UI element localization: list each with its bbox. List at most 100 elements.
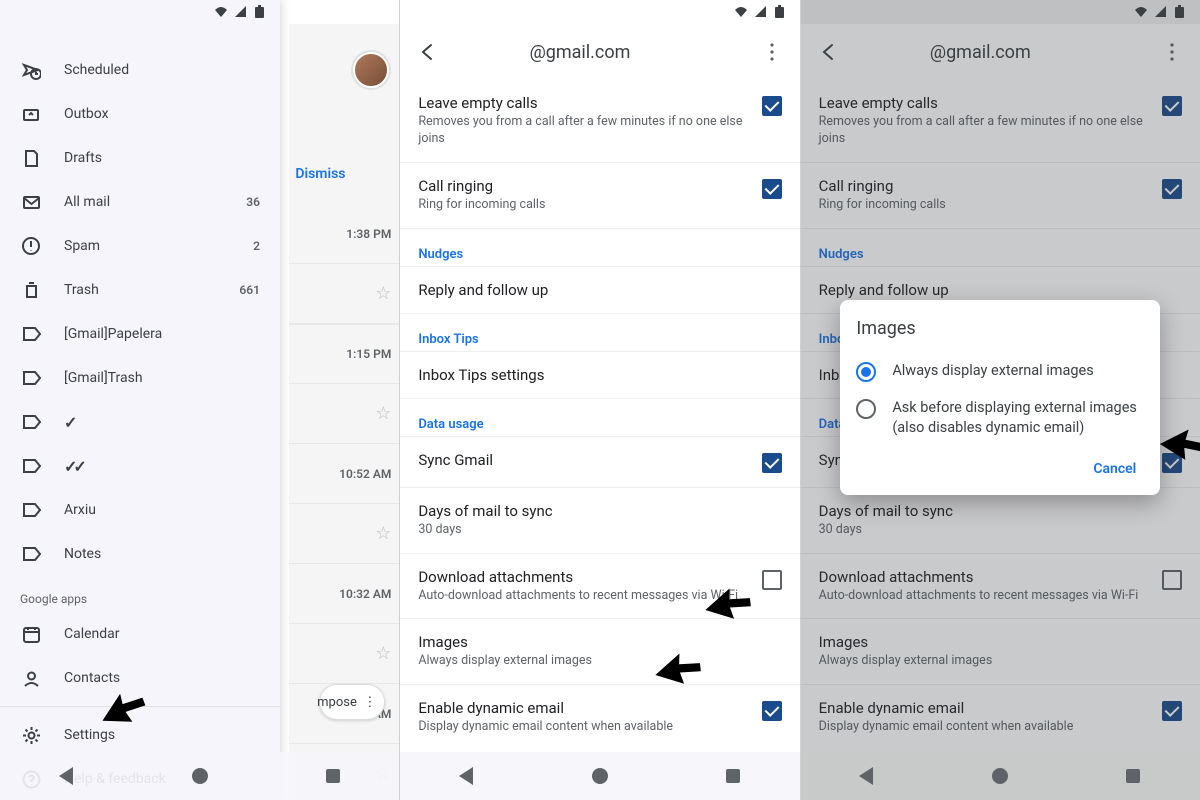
label-icon [20, 367, 42, 389]
nav-home-icon[interactable] [988, 764, 1012, 788]
checkbox[interactable] [762, 96, 782, 116]
calendar-icon [20, 623, 42, 645]
settings-row[interactable]: Reply and follow up [400, 266, 799, 313]
drawer-item-label: Calendar [64, 626, 260, 642]
row-subtitle: 30 days [418, 522, 781, 539]
drawer-item-label: All mail [64, 194, 224, 210]
label-icon [20, 411, 42, 433]
checkbox[interactable] [762, 570, 782, 590]
avatar[interactable] [353, 52, 389, 88]
nav-back-icon[interactable] [455, 764, 479, 788]
drawer-item-label: Trash [64, 282, 217, 298]
star-icon[interactable]: ☆ [375, 283, 391, 304]
wifi-icon [734, 5, 748, 19]
count-badge: 36 [246, 195, 260, 209]
drawer-item-outbox[interactable]: Outbox [0, 92, 280, 136]
radio-icon[interactable] [856, 399, 876, 419]
row-title: Inbox Tips settings [418, 366, 781, 384]
settings-row[interactable]: ImagesAlways display external images [400, 618, 799, 684]
nav-recent-icon[interactable] [721, 764, 745, 788]
row-subtitle: Display dynamic email content when avail… [418, 719, 749, 736]
nav-home-icon[interactable] [588, 764, 612, 788]
drawer-item-label: Settings [64, 727, 260, 743]
checkbox[interactable] [762, 701, 782, 721]
battery-icon [254, 5, 268, 19]
drawer-item--gmail-papelera[interactable]: [Gmail]Papelera [0, 312, 280, 356]
settings-row[interactable]: Inbox Tips settings [400, 351, 799, 398]
nav-recent-icon[interactable] [321, 764, 345, 788]
signal-icon [234, 5, 248, 19]
row-title: Sync Gmail [418, 451, 749, 469]
section-header: Nudges [400, 228, 799, 266]
drawer-item-settings[interactable]: Settings [0, 713, 280, 757]
nav-back-icon[interactable] [855, 764, 879, 788]
mail-list-peek: Dismiss 1:38 PM ☆ 1:15 PM ☆ 10:52 AM ☆ 1… [289, 24, 399, 800]
navigation-drawer: Scheduled Outbox Drafts All mail 36 Spam 2 Tras… [0, 0, 280, 800]
settings-row[interactable]: Call ringingRing for incoming calls [400, 162, 799, 228]
drawer-section-header: Google apps [0, 576, 280, 612]
nav-home-icon[interactable] [188, 764, 212, 788]
app-bar: @gmail.com [400, 24, 799, 80]
wifi-icon [214, 5, 228, 19]
drawer-item-label: Spam [64, 238, 231, 254]
battery-icon [774, 5, 788, 19]
drawer-item-calendar[interactable]: Calendar [0, 612, 280, 656]
drawer-item-label: Contacts [64, 670, 260, 686]
status-bar [0, 0, 280, 24]
drawer-item-label: [Gmail]Papelera [64, 326, 260, 342]
drawer-item-spam[interactable]: Spam 2 [0, 224, 280, 268]
drawer-item-label: Drafts [64, 150, 260, 166]
nav-recent-icon[interactable] [1121, 764, 1145, 788]
drawer-item-all-mail[interactable]: All mail 36 [0, 180, 280, 224]
section-header: Inbox Tips [400, 313, 799, 351]
settings-row[interactable]: Enable dynamic emailDisplay dynamic emai… [400, 684, 799, 750]
drawer-item-arxiu[interactable]: Arxiu [0, 488, 280, 532]
drawer-item--gmail-trash[interactable]: [Gmail]Trash [0, 356, 280, 400]
nav-back-icon[interactable] [55, 764, 79, 788]
spam-icon [20, 235, 42, 257]
drawer-item-label: Outbox [64, 106, 260, 122]
panel-drawer: Dismiss 1:38 PM ☆ 1:15 PM ☆ 10:52 AM ☆ 1… [0, 0, 400, 800]
row-subtitle: Always display external images [418, 653, 781, 670]
star-icon[interactable]: ☆ [375, 643, 391, 664]
radio-icon[interactable] [856, 362, 876, 382]
android-navbar [801, 752, 1200, 800]
settings-row[interactable]: Download attachmentsAuto-download attach… [400, 553, 799, 619]
cancel-button[interactable]: Cancel [1085, 453, 1144, 485]
checkbox[interactable] [762, 179, 782, 199]
drawer-item-label: Arxiu [64, 502, 260, 518]
settings-row[interactable]: Days of mail to sync30 days [400, 487, 799, 553]
settings-row[interactable]: Leave empty callsRemoves you from a call… [400, 80, 799, 162]
contacts-icon [20, 667, 42, 689]
label-icon [20, 323, 42, 345]
row-subtitle: Removes you from a call after a few minu… [418, 114, 749, 148]
dismiss-button[interactable]: Dismiss [295, 166, 399, 182]
settings-row[interactable]: Sync Gmail [400, 436, 799, 487]
drawer-item-contacts[interactable]: Contacts [0, 656, 280, 700]
drawer-item-trash[interactable]: Trash661 [0, 268, 280, 312]
drawer-item-notes[interactable]: Notes [0, 532, 280, 576]
status-bar [400, 0, 799, 24]
star-icon[interactable]: ☆ [375, 403, 391, 424]
star-icon[interactable]: ☆ [375, 523, 391, 544]
checkbox[interactable] [762, 453, 782, 473]
compose-button[interactable]: mpose ⋮ [319, 684, 385, 720]
drawer-item-scheduled[interactable]: Scheduled [0, 48, 280, 92]
count-badge: 2 [253, 239, 260, 253]
label-icon [20, 499, 42, 521]
signal-icon [754, 5, 768, 19]
drawer-item-drafts[interactable]: Drafts [0, 136, 280, 180]
drafts-icon [20, 147, 42, 169]
appbar-title: @gmail.com [416, 42, 743, 63]
drawer-item-label: [Gmail]Trash [64, 370, 260, 386]
label-icon [20, 455, 42, 477]
dialog-title: Images [856, 318, 1144, 339]
settings-icon [20, 724, 42, 746]
panel-dialog: @gmail.com Leave empty callsRemoves you … [801, 0, 1200, 800]
overflow-button[interactable] [752, 32, 792, 72]
drawer-item--[interactable]: ✓ [0, 400, 280, 444]
android-navbar [400, 752, 799, 800]
dialog-option[interactable]: Always display external images [856, 353, 1144, 390]
dialog-option[interactable]: Ask before displaying external images (a… [856, 390, 1144, 445]
drawer-item--[interactable]: ✓✓ [0, 444, 280, 488]
